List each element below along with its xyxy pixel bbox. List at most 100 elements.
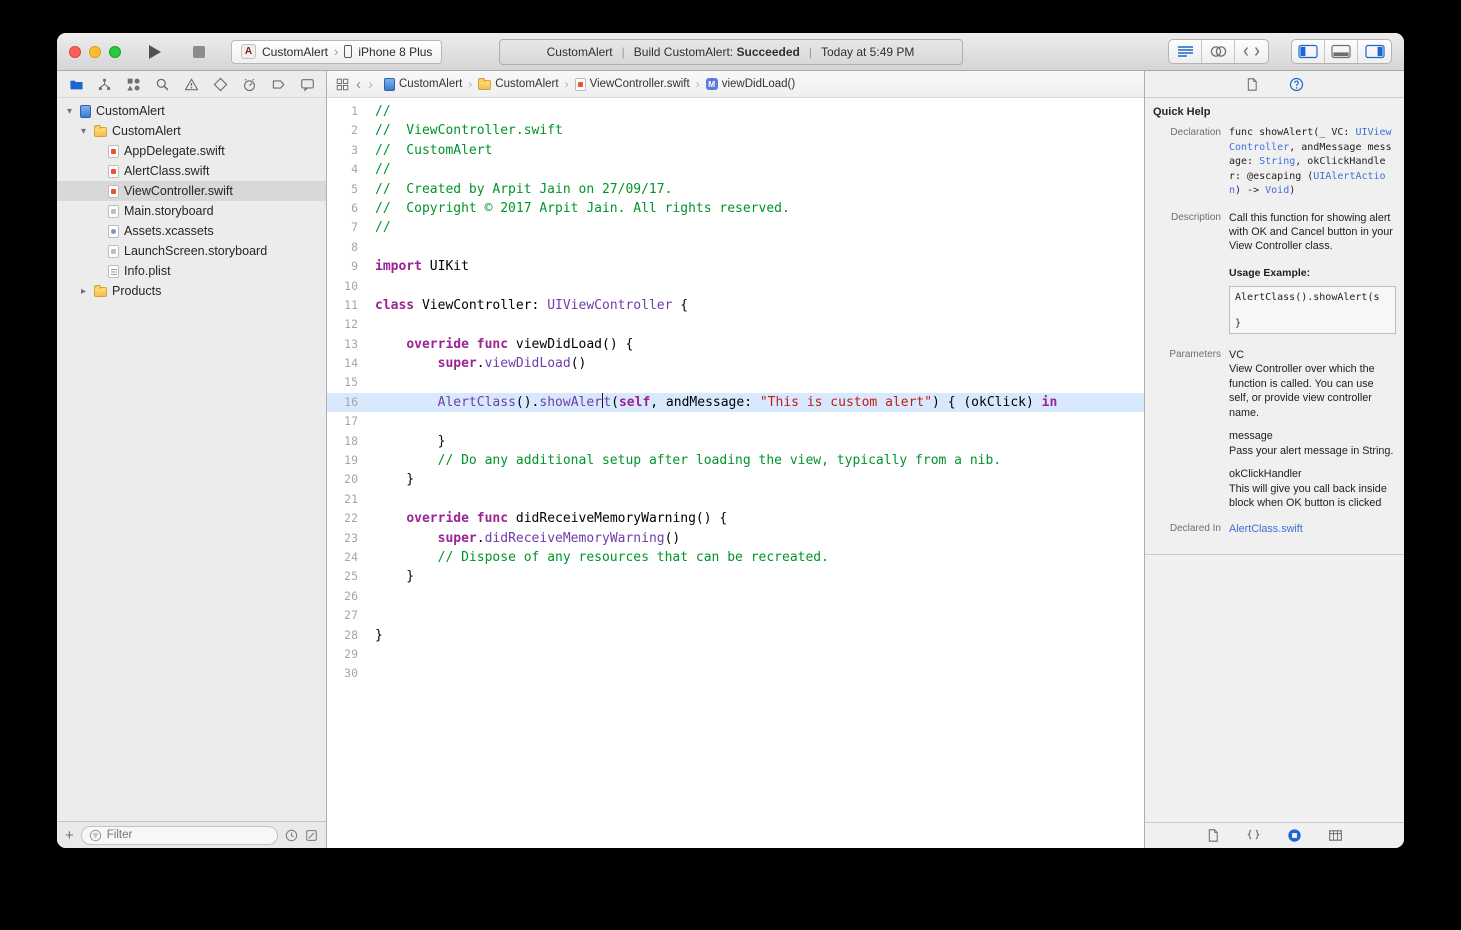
- usage-example-box: AlertClass().showAlert(s}: [1229, 285, 1396, 334]
- breadcrumb-separator-icon: ›: [468, 77, 473, 91]
- version-editor-button[interactable]: [1235, 40, 1268, 63]
- code-line-26[interactable]: 26: [327, 587, 1144, 606]
- code-line-7[interactable]: 7 //: [327, 218, 1144, 237]
- code-line-30[interactable]: 30: [327, 664, 1144, 683]
- tree-item-products[interactable]: ▸ Products: [57, 281, 326, 301]
- back-button[interactable]: ‹: [356, 77, 361, 92]
- code-text: //: [375, 162, 391, 178]
- breadcrumb-item[interactable]: CustomAlert: [384, 77, 462, 91]
- tree-item-assets-xcassets[interactable]: Assets.xcassets: [57, 221, 326, 241]
- quick-help-tab[interactable]: [1289, 77, 1304, 92]
- tree-item-info-plist[interactable]: Info.plist: [57, 261, 326, 281]
- code-line-17[interactable]: 17: [327, 412, 1144, 431]
- code-line-12[interactable]: 12: [327, 315, 1144, 334]
- code-line-25[interactable]: 25 }: [327, 567, 1144, 586]
- code-line-29[interactable]: 29: [327, 645, 1144, 664]
- code-line-19[interactable]: 19 // Do any additional setup after load…: [327, 451, 1144, 470]
- run-button[interactable]: [149, 44, 161, 59]
- code-line-1[interactable]: 1 //: [327, 102, 1144, 121]
- source-control-status-icon[interactable]: [305, 829, 318, 842]
- file-inspector-tab[interactable]: [1245, 77, 1259, 92]
- disclosure-open-icon[interactable]: ▾: [78, 126, 89, 137]
- code-line-6[interactable]: 6 // Copyright © 2017 Arpit Jain. All rig…: [327, 199, 1144, 218]
- recent-files-icon[interactable]: [285, 829, 298, 842]
- source-control-navigator-tab[interactable]: [96, 75, 114, 93]
- code-line-13[interactable]: 13 override func viewDidLoad() {: [327, 335, 1144, 354]
- parameter-name: okClickHandler: [1229, 468, 1302, 481]
- code-line-9[interactable]: 9 import UIKit: [327, 257, 1144, 276]
- tree-item-alertclass-swift[interactable]: AlertClass.swift: [57, 161, 326, 181]
- assistant-editor-button[interactable]: [1202, 40, 1235, 63]
- close-button[interactable]: [69, 45, 81, 58]
- desktop: A CustomAlert › iPhone 8 Plus CustomAler…: [0, 0, 1461, 930]
- find-navigator-tab[interactable]: [154, 75, 172, 93]
- code-line-24[interactable]: 24 // Dispose of any resources that can …: [327, 548, 1144, 567]
- code-line-23[interactable]: 23 super.didReceiveMemoryWarning(): [327, 529, 1144, 548]
- related-items-icon[interactable]: [336, 78, 349, 91]
- code-line-2[interactable]: 2 // ViewController.swift: [327, 121, 1144, 140]
- standard-editor-button[interactable]: [1169, 40, 1202, 63]
- code-text: }: [375, 472, 415, 488]
- code-line-16[interactable]: 16 AlertClass().showAlert(self, andMessa…: [327, 392, 1144, 413]
- object-library-tab[interactable]: [1287, 828, 1302, 843]
- breadcrumb-item[interactable]: ViewController.swift: [574, 77, 690, 91]
- tree-item-appdelegate-swift[interactable]: AppDelegate.swift: [57, 141, 326, 161]
- code-line-11[interactable]: 11 class ViewController: UIViewController…: [327, 296, 1144, 315]
- code-area[interactable]: 1 // 2 // ViewController.swift 3 // CustomAle…: [327, 98, 1144, 848]
- breakpoints-navigator-tab[interactable]: [269, 75, 287, 93]
- project-navigator-tab[interactable]: [67, 75, 85, 93]
- tests-navigator-tab[interactable]: [211, 75, 229, 93]
- symbols-navigator-tab[interactable]: [125, 75, 143, 93]
- line-number: 26: [344, 588, 358, 603]
- breadcrumb-item[interactable]: CustomAlert: [478, 78, 559, 90]
- declared-in-link[interactable]: AlertClass.swift: [1229, 523, 1303, 535]
- file-template-library-tab[interactable]: [1206, 828, 1220, 843]
- debug-navigator-tab[interactable]: [240, 75, 258, 93]
- code-line-28[interactable]: 28}: [327, 626, 1144, 645]
- code-line-4[interactable]: 4 //: [327, 160, 1144, 179]
- snippet-library-tab[interactable]: [1246, 828, 1261, 843]
- tree-item-viewcontroller-swift[interactable]: ViewController.swift: [57, 181, 326, 201]
- line-number: 30: [344, 666, 358, 681]
- code-line-20[interactable]: 20 }: [327, 470, 1144, 489]
- code-line-27[interactable]: 27: [327, 606, 1144, 625]
- code-line-15[interactable]: 15: [327, 373, 1144, 392]
- minimize-button[interactable]: [89, 45, 101, 58]
- filter-input[interactable]: [106, 829, 270, 841]
- code-line-5[interactable]: 5 // Created by Arpit Jain on 27/09/17.: [327, 180, 1144, 199]
- code-line-18[interactable]: 18 }: [327, 432, 1144, 451]
- disclosure-open-icon[interactable]: ▾: [64, 106, 75, 117]
- tree-item-main-storyboard[interactable]: Main.storyboard: [57, 201, 326, 221]
- type-link[interactable]: String: [1259, 156, 1295, 167]
- debug-panel-toggle[interactable]: [1325, 40, 1358, 63]
- code-line-8[interactable]: 8: [327, 238, 1144, 257]
- code-line-10[interactable]: 10: [327, 277, 1144, 296]
- forward-button[interactable]: ›: [368, 77, 373, 92]
- code-line-14[interactable]: 14 super.viewDidLoad(): [327, 354, 1144, 373]
- stop-button[interactable]: [193, 45, 205, 58]
- declared-in-row: Declared In AlertClass.swift: [1145, 519, 1404, 539]
- code-line-21[interactable]: 21: [327, 490, 1144, 509]
- tree-item-customalert[interactable]: ▾ CustomAlert: [57, 121, 326, 141]
- issues-navigator-tab[interactable]: [183, 75, 201, 93]
- breadcrumb-item[interactable]: viewDidLoad(): [705, 78, 795, 90]
- disclosure-closed-icon[interactable]: ▸: [78, 286, 89, 297]
- filter-field[interactable]: [80, 825, 278, 845]
- navigator-panel-toggle[interactable]: [1292, 40, 1325, 63]
- inspector-panel-toggle[interactable]: [1358, 40, 1391, 63]
- scheme-selector[interactable]: A CustomAlert › iPhone 8 Plus: [231, 39, 443, 64]
- tree-item-launchscreen-storyboard[interactable]: LaunchScreen.storyboard: [57, 241, 326, 261]
- parameter-description: View Controller over which the function …: [1229, 363, 1375, 419]
- reports-navigator-tab[interactable]: [298, 75, 316, 93]
- zoom-button[interactable]: [109, 45, 121, 58]
- type-link[interactable]: Void: [1265, 185, 1289, 196]
- code-text: super.viewDidLoad(): [437, 356, 587, 372]
- add-button[interactable]: +: [65, 828, 74, 843]
- parameter-name: VC: [1229, 348, 1244, 361]
- code-line-3[interactable]: 3 // CustomAlert: [327, 141, 1144, 160]
- code-line-22[interactable]: 22 override func didReceiveMemoryWarning…: [327, 509, 1144, 528]
- media-library-tab[interactable]: [1328, 828, 1343, 843]
- tree-item-customalert[interactable]: ▾ CustomAlert: [57, 101, 326, 121]
